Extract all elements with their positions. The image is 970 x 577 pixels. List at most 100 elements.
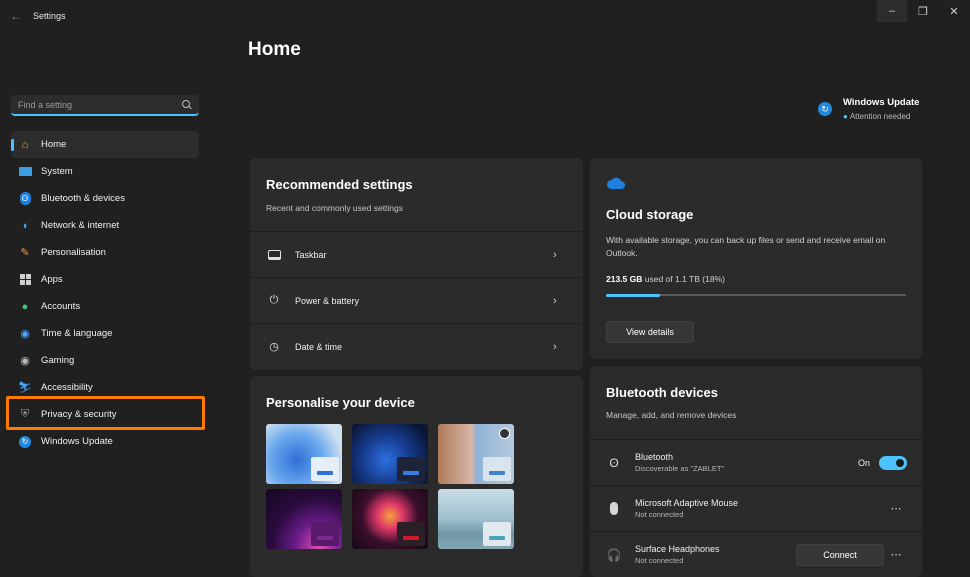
cloud-storage-card: Cloud storage With available storage, yo… <box>590 158 922 359</box>
brush-icon: ✎ <box>20 247 30 259</box>
update-icon: ↻ <box>18 435 32 449</box>
theme-preview-window <box>483 522 511 546</box>
sidebar-item-home[interactable]: ⌂ Home <box>11 131 199 158</box>
page-title: Home <box>248 39 301 60</box>
system-icon <box>18 165 32 179</box>
mouse-icon <box>607 501 621 517</box>
sidebar-item-label: Personalisation <box>41 247 106 258</box>
bluetooth-subtitle: Manage, add, and remove devices <box>606 410 737 420</box>
theme-preview-window <box>397 522 425 546</box>
minimize-button[interactable]: – <box>877 0 907 22</box>
theme-thumbnail[interactable] <box>438 489 514 549</box>
device-name: Bluetooth <box>635 452 674 462</box>
sidebar-item-label: Accounts <box>41 301 81 312</box>
cloud-description: With available storage, you can back up … <box>606 235 886 258</box>
theme-preview-window <box>397 457 425 481</box>
recommended-subtitle: Recent and commonly used settings <box>266 203 404 213</box>
sidebar-item-system[interactable]: System <box>11 158 199 185</box>
connect-button[interactable]: Connect <box>796 543 884 566</box>
headphones-icon: 🎧 <box>606 547 622 562</box>
recommended-item-taskbar[interactable]: Taskbar › <box>250 231 583 277</box>
accessibility-icon: ⛷ <box>18 382 32 394</box>
shield-icon: ⛨ <box>20 408 30 420</box>
app-title: Settings <box>33 11 66 21</box>
cloud-total-text: used of 1.1 TB (18%) <box>644 274 725 284</box>
search-input[interactable]: Find a setting <box>11 95 199 116</box>
windows-update-title: Windows Update <box>843 97 920 108</box>
sidebar-item-label: Bluetooth & devices <box>41 193 125 204</box>
bluetooth-toggle[interactable] <box>879 455 907 470</box>
sidebar-item-label: Gaming <box>41 355 75 366</box>
windows-update-subtitle: ● Attention needed <box>843 112 919 121</box>
sidebar-item-label: System <box>41 166 73 177</box>
device-status: Not connected <box>635 510 684 519</box>
recommended-item-label: Date & time <box>295 341 343 352</box>
storage-progress-fill <box>606 293 660 297</box>
device-name: Microsoft Adaptive Mouse <box>635 498 739 508</box>
recommended-settings-card: Recommended settings Recent and commonly… <box>250 158 583 370</box>
windows-update-status[interactable]: ↻ Windows Update ● Attention needed <box>818 97 919 121</box>
sidebar-item-label: Accessibility <box>41 382 93 393</box>
device-row-headphones[interactable]: 🎧 Surface Headphones Not connected Conne… <box>590 531 922 577</box>
apps-icon <box>18 273 32 287</box>
cloud-title: Cloud storage <box>606 207 694 222</box>
theme-thumbnail[interactable] <box>266 424 342 484</box>
theme-thumbnail[interactable] <box>266 489 342 549</box>
account-icon: ● <box>21 300 29 313</box>
bluetooth-devices-card: Bluetooth devices Manage, add, and remov… <box>590 366 922 577</box>
sidebar-item-accounts[interactable]: ● Accounts <box>11 293 199 320</box>
theme-preview-window <box>311 457 339 481</box>
sidebar-item-bluetooth[interactable]: ʘ Bluetooth & devices <box>11 185 199 212</box>
chevron-right-icon: › <box>553 294 557 307</box>
cloud-used-amount: 213.5 GB <box>606 274 643 284</box>
theme-grid <box>266 424 514 549</box>
theme-preview-window <box>311 522 339 546</box>
sidebar-item-label: Home <box>41 139 67 150</box>
search-icon[interactable] <box>182 99 192 110</box>
status-dot-icon: ● <box>843 112 848 121</box>
chevron-right-icon: › <box>553 340 557 353</box>
sidebar-item-personalisation[interactable]: ✎ Personalisation <box>11 239 199 266</box>
more-options-icon[interactable]: ⋯ <box>886 548 906 561</box>
personalise-card: Personalise your device <box>250 376 583 577</box>
bluetooth-icon: ʘ <box>18 192 32 206</box>
windows-update-status-text: Attention needed <box>849 112 911 121</box>
update-icon: ↻ <box>818 102 832 116</box>
theme-thumbnail[interactable] <box>352 489 428 549</box>
sidebar-item-label: Apps <box>41 274 63 285</box>
more-options-icon[interactable]: ⋯ <box>886 502 906 515</box>
spotlight-icon <box>499 428 510 439</box>
sidebar-item-accessibility[interactable]: ⛷ Accessibility <box>11 374 199 401</box>
globe-icon: ◉ <box>20 328 30 340</box>
bluetooth-title: Bluetooth devices <box>606 385 718 400</box>
personalise-title: Personalise your device <box>266 395 415 410</box>
maximize-button[interactable]: ❐ <box>908 0 938 22</box>
sidebar-item-windows-update[interactable]: ↻ Windows Update <box>11 428 199 455</box>
back-icon[interactable]: ← <box>10 9 24 23</box>
chevron-right-icon: › <box>553 248 557 261</box>
sidebar-item-privacy-security[interactable]: ⛨ Privacy & security <box>11 401 199 428</box>
sidebar-item-gaming[interactable]: ◉ Gaming <box>11 347 199 374</box>
storage-progress-bar <box>606 293 906 297</box>
wifi-icon: ◖ <box>21 219 29 232</box>
sidebar-item-label: Network & internet <box>41 220 120 231</box>
cloud-icon <box>606 177 625 189</box>
sidebar-item-network[interactable]: ◖ Network & internet <box>11 212 199 239</box>
cloud-usage: 213.5 GB used of 1.1 TB (18%) <box>606 274 725 284</box>
close-button[interactable]: ✕ <box>939 0 969 22</box>
clock-icon: ◷ <box>269 341 279 353</box>
device-name: Surface Headphones <box>635 544 720 554</box>
recommended-item-label: Power & battery <box>295 295 360 306</box>
gamepad-icon: ◉ <box>20 355 30 367</box>
view-details-button[interactable]: View details <box>606 321 694 343</box>
device-status: Not connected <box>635 556 684 565</box>
power-icon: ⏻ <box>269 294 279 306</box>
device-row-mouse[interactable]: Microsoft Adaptive Mouse Not connected ⋯ <box>590 485 922 531</box>
theme-thumbnail[interactable] <box>352 424 428 484</box>
sidebar-item-apps[interactable]: Apps <box>11 266 199 293</box>
recommended-item-power[interactable]: ⏻ Power & battery › <box>250 277 583 323</box>
sidebar-item-time-language[interactable]: ◉ Time & language <box>11 320 199 347</box>
sidebar-item-label: Windows Update <box>41 436 113 447</box>
recommended-item-date-time[interactable]: ◷ Date & time › <box>250 323 583 369</box>
theme-thumbnail[interactable] <box>438 424 514 484</box>
